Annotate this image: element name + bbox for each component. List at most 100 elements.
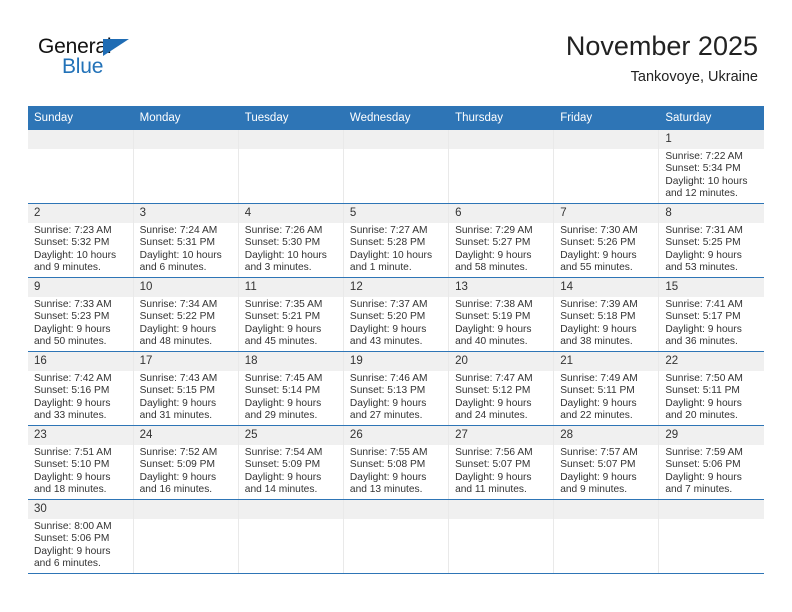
- daylight-text: Daylight: 9 hours: [349, 471, 427, 483]
- calendar-day-cell[interactable]: 17 Sunrise: 7:43 AM Sunset: 5:15 PM Dayligh…: [133, 351, 239, 426]
- calendar-day-cell[interactable]: 16 Sunrise: 7:42 AM Sunset: 5:16 PM Dayligh…: [28, 351, 134, 426]
- calendar-day-cell[interactable]: 22 Sunrise: 7:50 AM Sunset: 5:11 PM Dayligh…: [658, 351, 764, 426]
- calendar-day-cell[interactable]: 19 Sunrise: 7:46 AM Sunset: 5:13 PM Dayligh…: [343, 351, 450, 426]
- daylight-text-cont: and 6 minutes.: [34, 558, 101, 570]
- day-sun-info: Sunrise: 7:31 AM Sunset: 5:25 PM Daylight:…: [659, 223, 764, 275]
- daylight-text: Daylight: 9 hours: [139, 323, 217, 335]
- day-sun-info: Sunrise: 7:43 AM Sunset: 5:15 PM Daylight:…: [134, 371, 238, 423]
- day-number: 1: [659, 130, 764, 149]
- sunset-text: Sunset: 5:09 PM: [244, 459, 321, 471]
- sunrise-text: Sunrise: 7:42 AM: [34, 373, 112, 384]
- daylight-text: Daylight: 9 hours: [139, 471, 217, 483]
- day-sun-info: Sunrise: 7:35 AM Sunset: 5:21 PM Daylight:…: [239, 297, 343, 349]
- sunrise-text: Sunrise: 7:34 AM: [139, 299, 218, 310]
- day-sun-info: Sunrise: 7:34 AM Sunset: 5:22 PM Daylight:…: [134, 297, 238, 349]
- daylight-text: Daylight: 9 hours: [455, 249, 532, 261]
- sunrise-text: Sunrise: 8:00 AM: [34, 521, 112, 532]
- daylight-text: Daylight: 9 hours: [349, 323, 427, 335]
- calendar-day-cell[interactable]: 30 Sunrise: 8:00 AM Sunset: 5:06 PM Dayligh…: [28, 499, 134, 574]
- calendar-empty-cell: [448, 130, 555, 204]
- calendar-day-cell[interactable]: 28 Sunrise: 7:57 AM Sunset: 5:07 PM Dayligh…: [553, 425, 660, 500]
- calendar-day-cell[interactable]: 13 Sunrise: 7:38 AM Sunset: 5:19 PM Dayligh…: [448, 277, 555, 352]
- calendar-day-cell[interactable]: 2 Sunrise: 7:23 AM Sunset: 5:32 PM Daylight…: [28, 203, 134, 278]
- sunset-text: Sunset: 5:28 PM: [349, 237, 426, 249]
- daylight-text-cont: and 48 minutes.: [139, 336, 213, 348]
- sunset-text: Sunset: 5:11 PM: [665, 385, 740, 397]
- sunset-text: Sunset: 5:13 PM: [349, 385, 426, 397]
- sunrise-text: Sunrise: 7:56 AM: [455, 447, 533, 458]
- sunset-text: Sunset: 5:18 PM: [560, 311, 636, 323]
- calendar-day-cell[interactable]: 1 Sunrise: 7:22 AM Sunset: 5:34 PM Daylight…: [658, 130, 764, 204]
- page-title: November 2025: [565, 31, 758, 61]
- calendar-day-cell[interactable]: 11 Sunrise: 7:35 AM Sunset: 5:21 PM Dayligh…: [238, 277, 344, 352]
- calendar-day-cell[interactable]: 20 Sunrise: 7:47 AM Sunset: 5:12 PM Dayligh…: [448, 351, 555, 426]
- sunrise-text: Sunrise: 7:39 AM: [560, 299, 638, 310]
- calendar-day-cell[interactable]: 18 Sunrise: 7:45 AM Sunset: 5:14 PM Dayligh…: [238, 351, 344, 426]
- daylight-text-cont: and 43 minutes.: [349, 336, 423, 348]
- calendar-day-cell[interactable]: 10 Sunrise: 7:34 AM Sunset: 5:22 PM Dayligh…: [133, 277, 239, 352]
- sunset-text: Sunset: 5:22 PM: [139, 311, 215, 323]
- calendar-day-cell[interactable]: 8 Sunrise: 7:31 AM Sunset: 5:25 PM Daylight…: [658, 203, 764, 278]
- sunset-text: Sunset: 5:06 PM: [665, 459, 741, 471]
- calendar-empty-cell: [238, 130, 344, 204]
- calendar-day-cell[interactable]: 12 Sunrise: 7:37 AM Sunset: 5:20 PM Dayligh…: [343, 277, 450, 352]
- calendar-day-cell[interactable]: 9 Sunrise: 7:33 AM Sunset: 5:23 PM Daylight…: [28, 277, 134, 352]
- day-number: 25: [238, 426, 343, 445]
- day-sun-info: Sunrise: 7:46 AM Sunset: 5:13 PM Daylight:…: [344, 371, 448, 423]
- day-sun-info: Sunrise: 7:30 AM Sunset: 5:26 PM Daylight:…: [554, 223, 658, 275]
- calendar-week-row: 23 Sunrise: 7:51 AM Sunset: 5:10 PM Dayligh…: [28, 425, 764, 500]
- calendar-day-cell[interactable]: 27 Sunrise: 7:56 AM Sunset: 5:07 PM Dayligh…: [448, 425, 555, 500]
- day-number: 7: [554, 204, 659, 223]
- day-sun-info: Sunrise: 7:26 AM Sunset: 5:30 PM Daylight:…: [239, 223, 343, 275]
- daylight-text-cont: and 27 minutes.: [349, 410, 423, 422]
- calendar-day-cell[interactable]: 25 Sunrise: 7:54 AM Sunset: 5:09 PM Dayligh…: [238, 425, 344, 500]
- calendar-day-cell[interactable]: 24 Sunrise: 7:52 AM Sunset: 5:09 PM Dayligh…: [133, 425, 239, 500]
- daylight-text-cont: and 14 minutes.: [244, 484, 318, 496]
- sunset-text: Sunset: 5:08 PM: [349, 459, 426, 471]
- day-number: [343, 500, 449, 519]
- calendar-day-cell[interactable]: 29 Sunrise: 7:59 AM Sunset: 5:06 PM Dayligh…: [658, 425, 764, 500]
- calendar-empty-cell: [658, 499, 764, 574]
- sunrise-text: Sunrise: 7:29 AM: [455, 225, 533, 236]
- day-number: 6: [449, 204, 554, 223]
- calendar-empty-cell: [553, 499, 660, 574]
- calendar-day-cell[interactable]: 26 Sunrise: 7:55 AM Sunset: 5:08 PM Dayligh…: [343, 425, 450, 500]
- calendar-day-cell[interactable]: 4 Sunrise: 7:26 AM Sunset: 5:30 PM Daylight…: [238, 203, 344, 278]
- day-sun-info: Sunrise: 7:42 AM Sunset: 5:16 PM Daylight:…: [28, 371, 133, 423]
- calendar-day-cell[interactable]: 21 Sunrise: 7:49 AM Sunset: 5:11 PM Dayligh…: [553, 351, 660, 426]
- sunset-text: Sunset: 5:21 PM: [244, 311, 321, 323]
- calendar-day-cell[interactable]: 3 Sunrise: 7:24 AM Sunset: 5:31 PM Daylight…: [133, 203, 239, 278]
- day-sun-info: Sunrise: 7:50 AM Sunset: 5:11 PM Daylight:…: [659, 371, 764, 423]
- daylight-text-cont: and 3 minutes.: [244, 262, 312, 274]
- calendar-day-cell[interactable]: 23 Sunrise: 7:51 AM Sunset: 5:10 PM Dayligh…: [28, 425, 134, 500]
- daylight-text: Daylight: 9 hours: [244, 323, 322, 335]
- sunset-text: Sunset: 5:23 PM: [34, 311, 110, 323]
- calendar-day-cell[interactable]: 14 Sunrise: 7:39 AM Sunset: 5:18 PM Dayligh…: [553, 277, 660, 352]
- calendar-day-cell[interactable]: 6 Sunrise: 7:29 AM Sunset: 5:27 PM Daylight…: [448, 203, 555, 278]
- daylight-text-cont: and 1 minute.: [349, 262, 412, 274]
- daylight-text-cont: and 29 minutes.: [244, 410, 318, 422]
- calendar-day-cell[interactable]: 15 Sunrise: 7:41 AM Sunset: 5:17 PM Dayligh…: [658, 277, 764, 352]
- daylight-text-cont: and 6 minutes.: [139, 262, 207, 274]
- sunrise-text: Sunrise: 7:31 AM: [665, 225, 743, 236]
- calendar-day-cell[interactable]: 5 Sunrise: 7:27 AM Sunset: 5:28 PM Daylight…: [343, 203, 450, 278]
- daylight-text: Daylight: 9 hours: [665, 397, 742, 409]
- daylight-text-cont: and 18 minutes.: [34, 484, 107, 496]
- daylight-text: Daylight: 9 hours: [244, 397, 322, 409]
- day-sun-info: Sunrise: 7:33 AM Sunset: 5:23 PM Daylight:…: [28, 297, 133, 349]
- page-header: General Blue November 2025 Tankovoye, Uk…: [0, 0, 792, 104]
- sunset-text: Sunset: 5:27 PM: [455, 237, 531, 249]
- sunrise-text: Sunrise: 7:37 AM: [349, 299, 428, 310]
- day-number: 3: [133, 204, 238, 223]
- daylight-text-cont: and 33 minutes.: [34, 410, 107, 422]
- calendar-day-cell[interactable]: 7 Sunrise: 7:30 AM Sunset: 5:26 PM Daylight…: [553, 203, 660, 278]
- day-sun-info: Sunrise: 7:29 AM Sunset: 5:27 PM Daylight:…: [449, 223, 553, 275]
- day-sun-info: Sunrise: 7:47 AM Sunset: 5:12 PM Daylight:…: [449, 371, 553, 423]
- day-number: [449, 500, 554, 519]
- day-number: [659, 500, 764, 519]
- daylight-text: Daylight: 9 hours: [455, 323, 532, 335]
- sunrise-text: Sunrise: 7:57 AM: [560, 447, 638, 458]
- day-sun-info: Sunrise: 7:38 AM Sunset: 5:19 PM Daylight:…: [449, 297, 553, 349]
- daylight-text: Daylight: 9 hours: [665, 471, 742, 483]
- day-number: 5: [343, 204, 449, 223]
